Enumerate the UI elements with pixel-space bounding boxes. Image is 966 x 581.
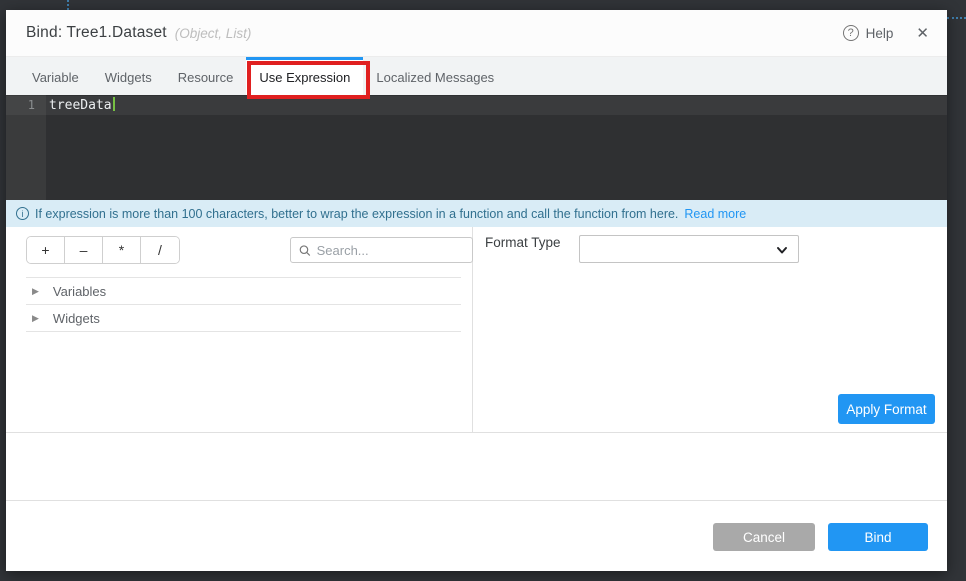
- dialog-title: Bind: Tree1.Dataset: [26, 24, 167, 42]
- tab-variable[interactable]: Variable: [19, 57, 92, 95]
- bind-button[interactable]: Bind: [828, 523, 928, 551]
- tab-widgets[interactable]: Widgets: [92, 57, 165, 95]
- editor-line-number: 1: [6, 96, 35, 115]
- dialog-header: Bind: Tree1.Dataset (Object, List) ? Hel…: [6, 10, 947, 57]
- cancel-button[interactable]: Cancel: [713, 523, 815, 551]
- info-message: If expression is more than 100 character…: [35, 207, 678, 221]
- chevron-down-icon: [775, 243, 789, 257]
- source-tree: ▶ Variables ▶ Widgets: [26, 277, 461, 332]
- tree-item-label: Widgets: [53, 311, 100, 326]
- expression-builder-panel: + – * / ▶ Variables ▶ Widgets: [6, 227, 473, 432]
- info-icon: i: [16, 207, 29, 220]
- tab-bar: Variable Widgets Resource Use Expression…: [6, 57, 947, 95]
- operator-plus-button[interactable]: +: [27, 237, 65, 263]
- format-type-label: Format Type: [485, 235, 561, 250]
- info-bar: i If expression is more than 100 charact…: [6, 200, 947, 227]
- expression-editor[interactable]: 1 treeData: [6, 95, 947, 200]
- chevron-right-icon: ▶: [32, 313, 39, 324]
- tree-item-variables[interactable]: ▶ Variables: [26, 278, 461, 305]
- editor-caret: [113, 97, 115, 111]
- tab-localized-messages[interactable]: Localized Messages: [363, 57, 507, 95]
- bind-dialog: Bind: Tree1.Dataset (Object, List) ? Hel…: [6, 10, 947, 571]
- operator-divide-button[interactable]: /: [141, 237, 179, 263]
- expression-text: treeData: [49, 98, 112, 113]
- read-more-link[interactable]: Read more: [684, 207, 746, 221]
- help-label: Help: [866, 26, 894, 41]
- editor-active-line-highlight: [6, 96, 947, 115]
- operator-button-group: + – * /: [26, 236, 180, 264]
- dialog-footer: Cancel Bind: [6, 501, 947, 571]
- operator-minus-button[interactable]: –: [65, 237, 103, 263]
- search-input[interactable]: [317, 243, 464, 258]
- selection-dotted-line-vertical: [67, 0, 69, 10]
- chevron-right-icon: ▶: [32, 286, 39, 297]
- selection-dotted-line-horizontal: [947, 17, 966, 19]
- editor-code-line[interactable]: treeData: [49, 96, 115, 115]
- tab-resource[interactable]: Resource: [165, 57, 247, 95]
- help-button[interactable]: ? Help: [843, 25, 894, 41]
- format-panel: Format Type Apply Format: [473, 227, 947, 432]
- dialog-subtitle: (Object, List): [175, 26, 252, 41]
- operator-multiply-button[interactable]: *: [103, 237, 141, 263]
- tree-item-label: Variables: [53, 284, 106, 299]
- empty-section: [6, 433, 947, 501]
- tree-item-widgets[interactable]: ▶ Widgets: [26, 305, 461, 332]
- help-icon: ?: [843, 25, 859, 41]
- apply-format-button[interactable]: Apply Format: [838, 394, 935, 424]
- search-icon: [299, 244, 311, 257]
- format-type-row: Format Type: [485, 235, 935, 250]
- close-icon[interactable]: ✕: [916, 24, 929, 42]
- search-box: [290, 237, 473, 263]
- content-panels: + – * / ▶ Variables ▶ Widgets: [6, 227, 947, 433]
- format-type-select[interactable]: [579, 235, 799, 263]
- tab-use-expression[interactable]: Use Expression: [246, 57, 363, 95]
